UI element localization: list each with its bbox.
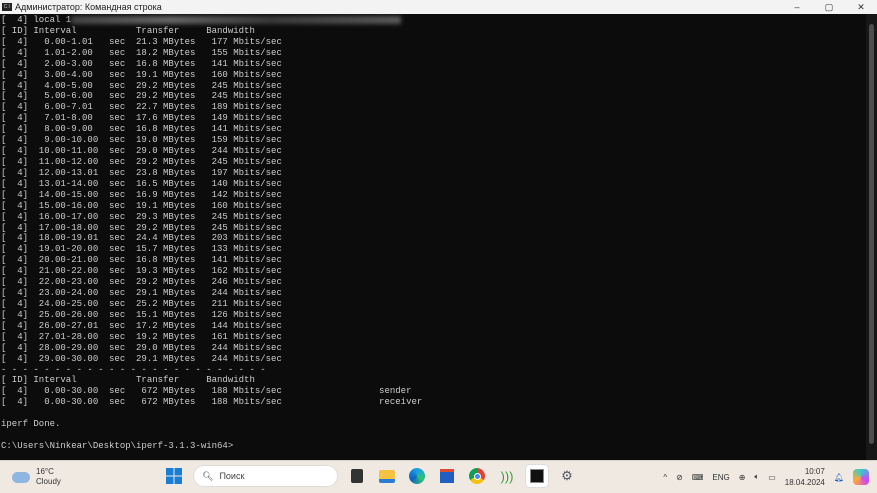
start-icon[interactable] bbox=[163, 465, 185, 487]
terminal-line: [ 4] 19.01-20.00 sec 15.7 MBytes 133 Mbi… bbox=[1, 244, 282, 255]
terminal-line: [ 4] 11.00-12.00 sec 29.2 MBytes 245 Mbi… bbox=[1, 156, 282, 167]
volume-icon[interactable]: 🔈︎ bbox=[754, 472, 759, 482]
terminal-line: [ 4] 25.00-26.00 sec 15.1 MBytes 126 Mbi… bbox=[1, 309, 282, 320]
title-bar: C:\ Администратор: Командная строка – ▢ … bbox=[0, 0, 877, 14]
terminal-line: [ 4] 13.01-14.00 sec 16.5 MBytes 140 Mbi… bbox=[1, 178, 282, 189]
terminal-line: [ ID] Interval Transfer Bandwidth bbox=[1, 25, 255, 36]
taskbar: 16°C Cloudy 🔍︎ Поиск ))) ⚙ ^ ⊘ ⌨ ENG ⊕ 🔈︎ … bbox=[0, 460, 877, 493]
minimize-button[interactable]: – bbox=[781, 0, 813, 14]
terminal-line: [ 4] 28.00-29.00 sec 29.0 MBytes 244 Mbi… bbox=[1, 342, 282, 353]
weather-widget[interactable]: 16°C Cloudy bbox=[12, 467, 61, 487]
date: 18.04.2024 bbox=[784, 478, 825, 487]
terminal-line: [ 4] 2.00-3.00 sec 16.8 MBytes 141 Mbits… bbox=[1, 58, 282, 69]
cmd-icon: C:\ bbox=[2, 3, 12, 11]
terminal-line: [ 4] 12.00-13.01 sec 23.8 MBytes 197 Mbi… bbox=[1, 167, 282, 178]
terminal-line: - - - - - - - - - - - - - - - - - - - - … bbox=[1, 364, 266, 375]
terminal-taskbar-icon[interactable] bbox=[526, 465, 548, 487]
chrome-icon[interactable] bbox=[466, 465, 488, 487]
weather-condition: Cloudy bbox=[36, 477, 61, 486]
terminal-line: [ 4] 22.00-23.00 sec 29.2 MBytes 246 Mbi… bbox=[1, 277, 282, 288]
terminal-line: [ 4] 8.00-9.00 sec 16.8 MBytes 141 Mbits… bbox=[1, 124, 282, 135]
terminal-line: [ 4] 15.00-16.00 sec 19.1 MBytes 160 Mbi… bbox=[1, 200, 282, 211]
terminal-line: [ 4] 5.00-6.00 sec 29.2 MBytes 245 Mbits… bbox=[1, 91, 282, 102]
notification-bell-icon[interactable]: 🔔︎ bbox=[834, 473, 844, 482]
clock[interactable]: 10:07 18.04.2024 bbox=[785, 466, 825, 488]
terminal-line: [ 4] 0.00-30.00 sec 672 MBytes 188 Mbits… bbox=[1, 386, 412, 397]
terminal-line: [ ID] Interval Transfer Bandwidth bbox=[1, 375, 255, 386]
terminal-line: [ 4] 29.00-30.00 sec 29.1 MBytes 244 Mbi… bbox=[1, 353, 282, 364]
scrollbar-thumb[interactable] bbox=[869, 24, 874, 444]
terminal-line: [ 4] 18.00-19.01 sec 24.4 MBytes 203 Mbi… bbox=[1, 233, 282, 244]
settings-icon[interactable]: ⚙ bbox=[556, 465, 578, 487]
local-prefix: [ 4] local 1 bbox=[1, 15, 72, 25]
file-explorer-icon[interactable] bbox=[376, 465, 398, 487]
terminal-line: [ 4] 23.00-24.00 sec 29.1 MBytes 244 Mbi… bbox=[1, 288, 282, 299]
maximize-button[interactable]: ▢ bbox=[813, 0, 845, 14]
terminal-line: [ 4] 17.00-18.00 sec 29.2 MBytes 245 Mbi… bbox=[1, 222, 282, 233]
task-view-icon[interactable] bbox=[346, 465, 368, 487]
terminal-line: [ 4] 26.00-27.01 sec 17.2 MBytes 144 Mbi… bbox=[1, 320, 282, 331]
cloud-icon bbox=[12, 471, 30, 483]
terminal-line: [ 4] 16.00-17.00 sec 29.3 MBytes 245 Mbi… bbox=[1, 211, 282, 222]
terminal-line: [ 4] 9.00-10.00 sec 19.0 MBytes 159 Mbit… bbox=[1, 135, 282, 146]
terminal-line: [ 4] 0.00-1.01 sec 21.3 MBytes 177 Mbits… bbox=[1, 36, 282, 47]
network-off-icon[interactable]: ⊘ bbox=[676, 473, 683, 482]
temperature: 16°C bbox=[36, 467, 54, 476]
terminal-line: [ 4] 6.00-7.01 sec 22.7 MBytes 189 Mbits… bbox=[1, 102, 282, 113]
keyboard-icon[interactable]: ⌨ bbox=[692, 473, 704, 482]
redacted-address bbox=[71, 15, 402, 24]
store-icon[interactable] bbox=[436, 465, 458, 487]
terminal-line: C:\Users\Ninkear\Desktop\iperf-3.1.3-win… bbox=[1, 440, 234, 451]
edge-icon[interactable] bbox=[406, 465, 428, 487]
terminal-line: [ 4] 21.00-22.00 sec 19.3 MBytes 162 Mbi… bbox=[1, 266, 282, 277]
terminal-line: [ 4] 10.00-11.00 sec 29.0 MBytes 244 Mbi… bbox=[1, 146, 282, 157]
battery-icon[interactable]: ▭ bbox=[768, 473, 776, 482]
terminal-line: [ 4] 27.01-28.00 sec 19.2 MBytes 161 Mbi… bbox=[1, 331, 282, 342]
window-title: Администратор: Командная строка bbox=[15, 2, 162, 12]
search-input[interactable]: Поиск bbox=[219, 471, 244, 481]
terminal-line: [ 4] 24.00-25.00 sec 25.2 MBytes 211 Mbi… bbox=[1, 298, 282, 309]
terminal-line: [ 4] 20.00-21.00 sec 16.8 MBytes 141 Mbi… bbox=[1, 255, 282, 266]
rss-app-icon[interactable]: ))) bbox=[496, 465, 518, 487]
taskbar-search[interactable]: 🔍︎ Поиск bbox=[193, 465, 338, 487]
terminal-line: [ 4] 0.00-30.00 sec 672 MBytes 188 Mbits… bbox=[1, 397, 423, 408]
terminal-line: iperf Done. bbox=[1, 419, 61, 430]
chevron-up-icon[interactable]: ^ bbox=[663, 473, 667, 482]
terminal-line-local: [ 4] local 1 bbox=[1, 15, 865, 26]
language-indicator[interactable]: ENG bbox=[712, 473, 729, 482]
terminal-line: [ 4] 4.00-5.00 sec 29.2 MBytes 245 Mbits… bbox=[1, 80, 282, 91]
terminal-line: [ 4] 3.00-4.00 sec 19.1 MBytes 160 Mbits… bbox=[1, 69, 282, 80]
close-button[interactable]: ✕ bbox=[845, 0, 877, 14]
search-icon: 🔍︎ bbox=[202, 470, 214, 481]
copilot-icon[interactable] bbox=[853, 469, 869, 485]
scrollbar[interactable] bbox=[866, 14, 877, 460]
terminal-line: [ 4] 7.01-8.00 sec 17.6 MBytes 149 Mbits… bbox=[1, 113, 282, 124]
terminal-line: [ 4] 14.00-15.00 sec 16.9 MBytes 142 Mbi… bbox=[1, 189, 282, 200]
terminal-output[interactable]: [ 4] local 1 [ ID] Interval Transfer Ban… bbox=[1, 14, 865, 460]
globe-icon[interactable]: ⊕ bbox=[739, 473, 746, 482]
time: 10:07 bbox=[804, 467, 825, 476]
terminal-line: [ 4] 1.01-2.00 sec 18.2 MBytes 155 Mbits… bbox=[1, 47, 282, 58]
